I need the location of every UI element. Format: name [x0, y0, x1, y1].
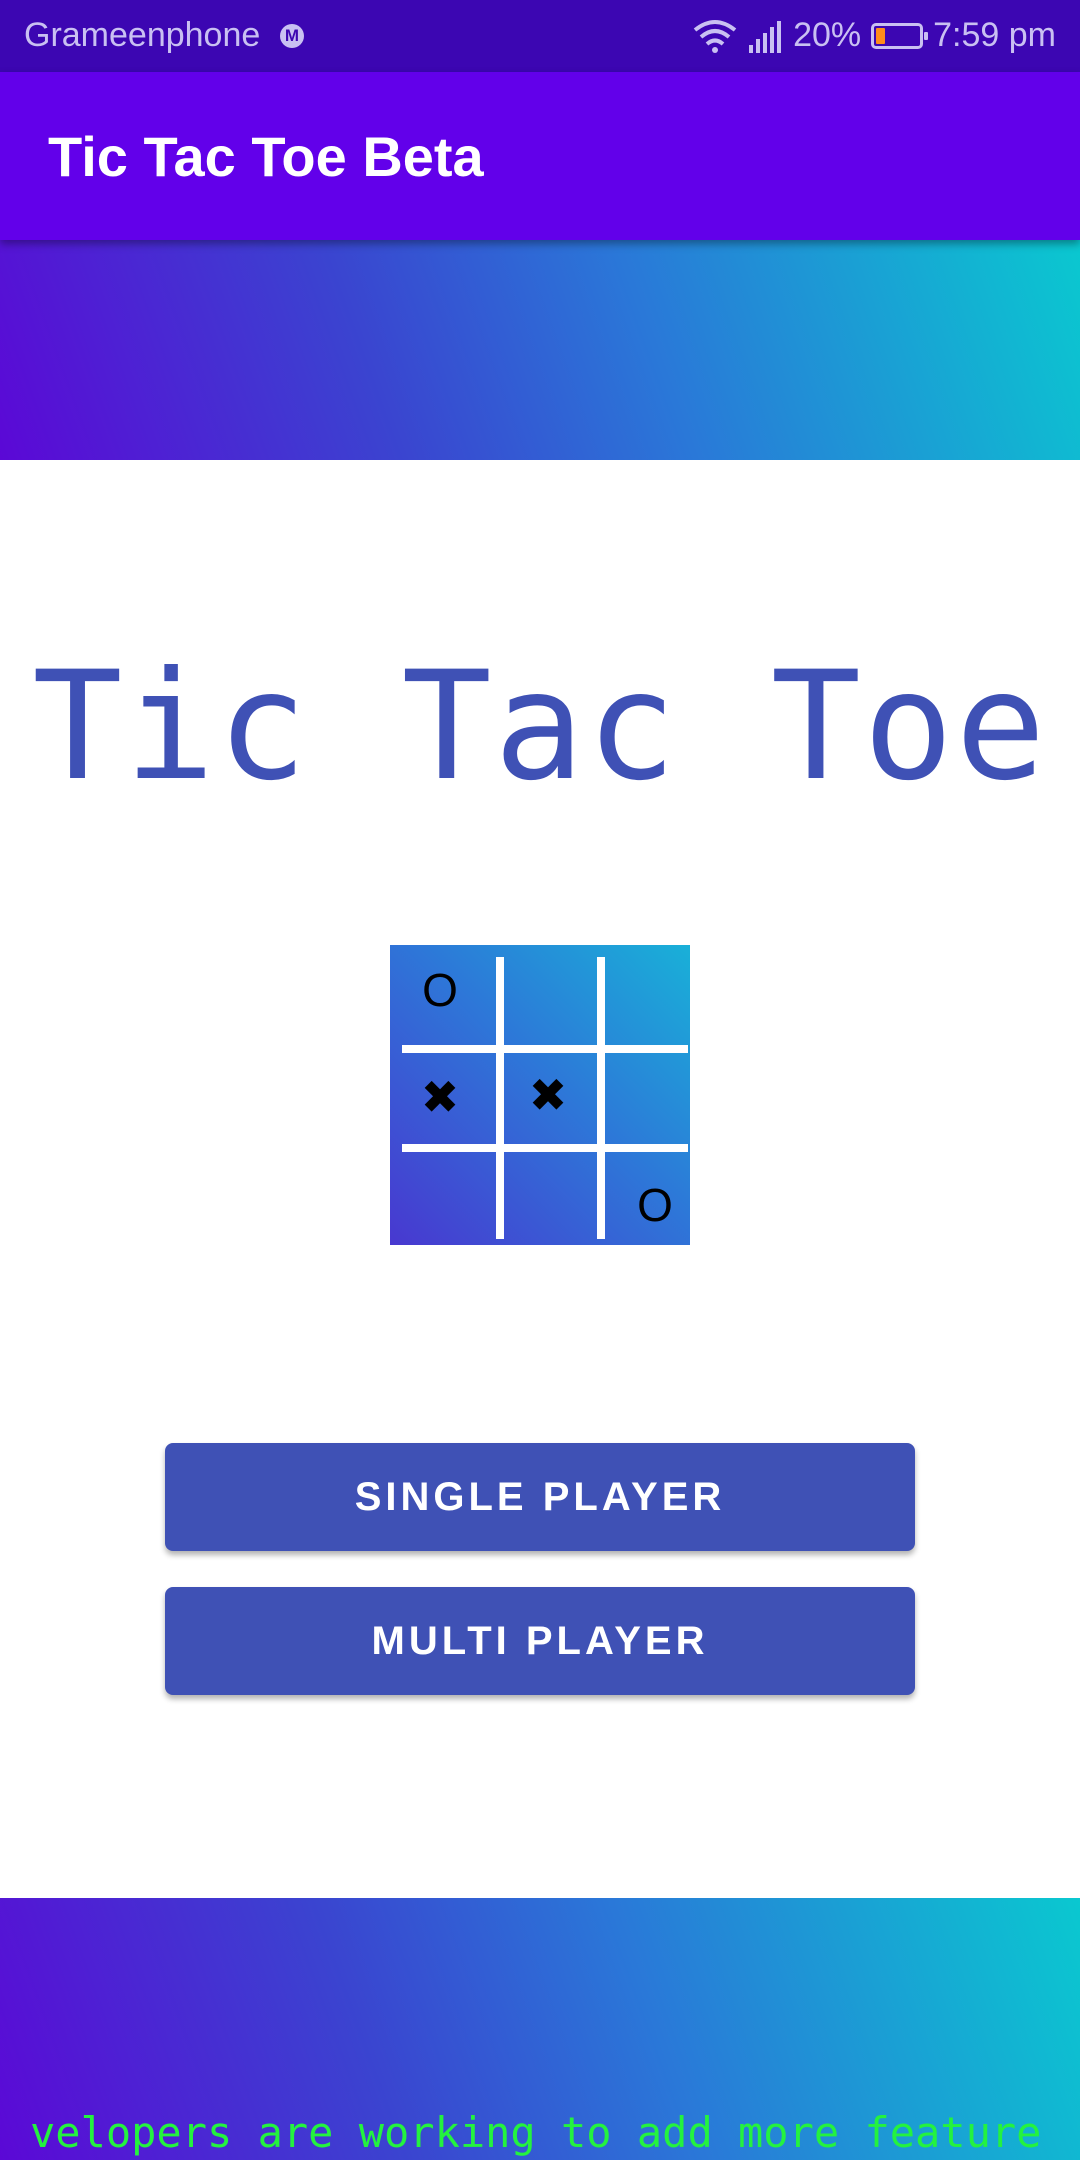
grid-line-horizontal-2 — [402, 1144, 688, 1152]
clock: 7:59 pm — [933, 16, 1056, 54]
single-player-button[interactable]: SINGLE PLAYER — [165, 1443, 915, 1551]
carrier-badge-icon: M — [280, 24, 304, 48]
grid-line-horizontal-1 — [402, 1045, 688, 1053]
board-cell — [400, 1155, 480, 1235]
board-cell: ✖ — [528, 1069, 568, 1121]
status-bar: Grameenphone M 20% 7:59 pm — [0, 0, 1080, 72]
signal-icon — [749, 20, 782, 53]
carrier-name: Grameenphone — [24, 16, 261, 54]
top-gradient-banner — [0, 240, 1080, 460]
wifi-icon — [693, 19, 737, 53]
multi-player-button[interactable]: MULTI PLAYER — [165, 1587, 915, 1695]
grid-line-vertical-1 — [496, 957, 504, 1239]
board-cell: O — [637, 1179, 673, 1231]
battery-fill — [876, 27, 886, 44]
marquee-text: velopers are working to add more feature — [30, 2108, 1042, 2157]
battery-percent: 20% — [793, 16, 862, 54]
game-title: Tic Tac Toe — [32, 640, 1048, 814]
app-bar: Tic Tac Toe Beta — [0, 72, 1080, 240]
board-cell — [504, 1155, 584, 1235]
board-cell — [504, 950, 584, 1030]
battery-icon — [871, 22, 929, 49]
board-cell: O — [422, 964, 458, 1016]
app-title: Tic Tac Toe Beta — [48, 125, 484, 188]
grid-line-vertical-2 — [597, 957, 605, 1239]
tic-tac-toe-board-logo: O ✖ ✖ O — [390, 945, 690, 1245]
board-cell — [605, 950, 685, 1030]
board-cell — [605, 1055, 685, 1135]
board-cell: ✖ — [420, 1071, 460, 1123]
